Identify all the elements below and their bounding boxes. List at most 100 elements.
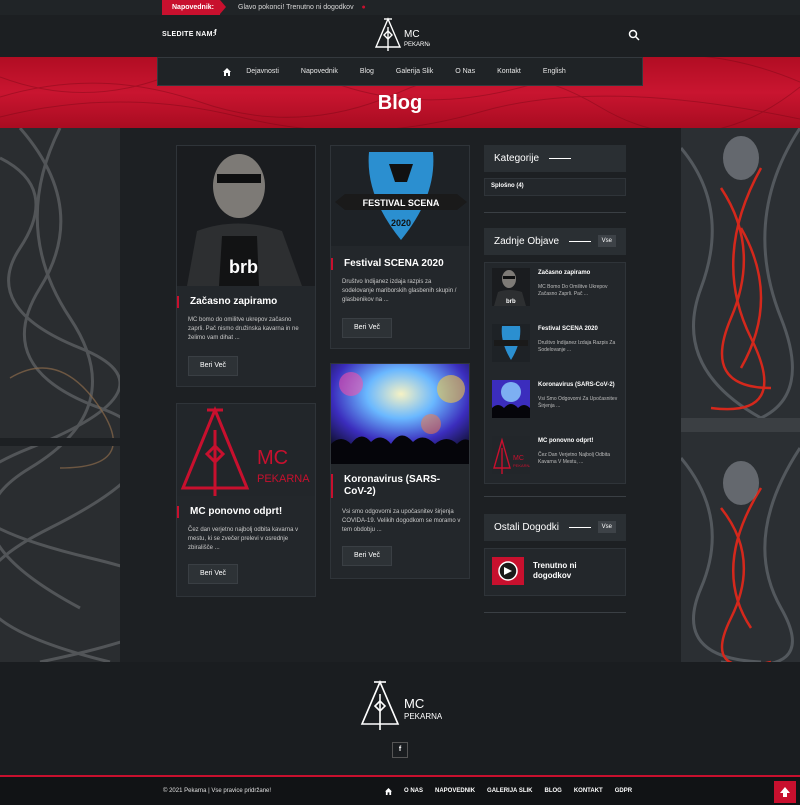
nav-english[interactable]: English [543, 68, 566, 75]
post-card-koronavirus: Koronavirus (SARS-CoV-2) Vsi smo odgovor… [330, 363, 470, 579]
post-image[interactable]: brb [177, 146, 315, 286]
post-image[interactable]: FESTIVAL SCENA 2020 [331, 146, 469, 246]
announcement-ticker[interactable]: Glavo pokonci! Trenutno ni dogodkov ● [238, 0, 366, 15]
back-to-top-button[interactable] [774, 781, 796, 803]
recent-post-item[interactable]: MCPEKARNA MC ponovno odprt! Čez Dan Verj… [488, 430, 626, 482]
right-side-art [681, 128, 800, 662]
nav-galerija[interactable]: Galerija Slik [396, 68, 433, 75]
post-title[interactable]: Koronavirus (SARS-CoV-2) [331, 474, 461, 498]
footer-nav-napovednik[interactable]: NAPOVEDNIK [435, 788, 475, 795]
recent-post-item[interactable]: Koronavirus (SARS-CoV-2) Vsi Smo Odgovor… [488, 374, 626, 426]
event-icon [492, 557, 524, 585]
logo-mc: MC [404, 696, 424, 711]
festival-logo-text: FESTIVAL SCENA [363, 198, 440, 208]
read-more-button[interactable]: Beri Več [188, 356, 238, 376]
recent-excerpt: Društvo Indijanez Izdaja Razpis Za Sodel… [538, 340, 616, 353]
arrow-up-icon [780, 787, 790, 797]
recent-title[interactable]: Začasno zapiramo [538, 270, 590, 276]
footer-nav-kontakt[interactable]: KONTAKT [574, 788, 603, 795]
footer-nav-gdpr[interactable]: GDPR [615, 788, 632, 795]
events-widget-title: Ostali Dogodki Vse [484, 514, 626, 541]
recent-title: Zadnje Objave [494, 236, 560, 247]
nav-kontakt[interactable]: Kontakt [497, 68, 521, 75]
recent-title[interactable]: MC ponovno odprt! [538, 438, 593, 444]
post-excerpt: Društvo Indijanez izdaja razpis za sodel… [342, 279, 457, 303]
categories-title: Kategorije [494, 153, 540, 164]
nav-blog[interactable]: Blog [360, 68, 374, 75]
recent-excerpt: MC Bomo Do Omilitve Ukrepov Začasno Zapr… [538, 284, 608, 297]
logo-mc: MC [257, 447, 288, 469]
footer-logo[interactable]: MC PEKARNA [358, 680, 442, 730]
announcement-label: Napovednik: [162, 0, 226, 15]
logo-pekarna: PEKARNA [513, 463, 530, 468]
logo-pekarna: PEKARNA [257, 473, 310, 485]
post-card-ponovno: MC PEKARNA MC ponovno odprt! Čez dan ver… [176, 403, 316, 597]
footer-nav: O NAS NAPOVEDNIK GALERIJA SLIK BLOG KONT… [385, 788, 644, 795]
recent-widget-title: Zadnje Objave Vse [484, 228, 626, 255]
events-all-button[interactable]: Vse [597, 521, 616, 533]
title-underline [569, 526, 592, 528]
categories-widget-title: Kategorije [484, 145, 626, 172]
event-text: Trenutno ni dogodkov [533, 561, 577, 580]
brb-text: brb [229, 257, 258, 277]
footer-nav-o-nas[interactable]: O NAS [404, 788, 423, 795]
post-excerpt: Čez dan verjetno najbolj odbita kavarna … [188, 527, 299, 551]
follow-label: SLEDITE NAM: [162, 31, 216, 38]
post-card-festival: FESTIVAL SCENA 2020 Festival SCENA 2020 … [330, 145, 470, 349]
read-more-button[interactable]: Beri Več [342, 546, 392, 566]
nav-dejavnosti[interactable]: Dejavnosti [246, 68, 279, 75]
logo-mc: MC [513, 455, 524, 462]
recent-excerpt: Čez Dan Verjetno Najbolj Odbita Kavarna … [538, 452, 610, 465]
recent-title[interactable]: Festival SCENA 2020 [538, 326, 598, 332]
post-title[interactable]: Festival SCENA 2020 [331, 258, 444, 270]
post-image[interactable]: MC PEKARNA [177, 404, 315, 496]
logo-pekarna: PEKARNA [404, 712, 442, 721]
search-icon[interactable] [628, 29, 640, 41]
post-title[interactable]: Začasno zapiramo [177, 296, 277, 308]
recent-thumb[interactable]: brb [492, 268, 530, 306]
festival-year-text: 2020 [391, 218, 411, 228]
footer-nav-galerija[interactable]: GALERIJA SLIK [487, 788, 532, 795]
left-side-art [0, 128, 120, 662]
categories-list: Splošno (4) [484, 178, 626, 196]
post-excerpt: MC bomo do omilitve ukrepov začasno zapr… [188, 317, 299, 341]
title-underline [569, 240, 592, 242]
logo-pekarna: PEKARNA [404, 42, 430, 48]
home-icon[interactable] [385, 788, 392, 795]
home-icon[interactable] [223, 67, 232, 76]
mc-pekarna-logo[interactable]: MC PEKARNA [374, 17, 430, 53]
copyright-text: © 2021 Pekarna | Vse pravice pridržane! [163, 788, 272, 794]
post-card-zacasno: brb Začasno zapiramo MC bomo do omilitve… [176, 145, 316, 387]
brb-text: brb [506, 299, 516, 305]
divider [484, 496, 626, 497]
recent-thumb[interactable]: MCPEKARNA [492, 436, 530, 474]
recent-thumb[interactable] [492, 324, 530, 362]
recent-excerpt: Vsi Smo Odgovorni Za Upočasnitev Širjenj… [538, 396, 618, 409]
events-list: Trenutno ni dogodkov [484, 548, 626, 596]
recent-title[interactable]: Koronavirus (SARS-CoV-2) [538, 382, 615, 388]
header: SLEDITE NAM: f MC PEKARNA [0, 15, 800, 57]
main-nav: Dejavnosti Napovednik Blog Galerija Slik… [157, 57, 643, 86]
page-title: Blog [377, 92, 423, 114]
facebook-icon[interactable]: f [214, 28, 217, 37]
top-bar: Napovednik: Glavo pokonci! Trenutno ni d… [0, 0, 800, 15]
footer-nav-blog[interactable]: BLOG [544, 788, 561, 795]
ticker-text[interactable]: Glavo pokonci! Trenutno ni dogodkov [238, 4, 354, 11]
recent-post-item[interactable]: brb Začasno zapiramo MC Bomo Do Omilitve… [488, 262, 626, 314]
post-image[interactable] [331, 364, 469, 464]
ticker-dot-icon: ● [361, 4, 366, 11]
post-title[interactable]: MC ponovno odprt! [177, 506, 282, 518]
recent-post-item[interactable]: Festival SCENA 2020 Društvo Indijanez Iz… [488, 318, 626, 370]
post-excerpt: Vsi smo odgovorni za upočasnitev širjenj… [342, 509, 461, 533]
category-item[interactable]: Splošno (4) [491, 183, 524, 189]
divider [484, 212, 626, 213]
recent-all-button[interactable]: Vse [597, 235, 616, 247]
nav-o-nas[interactable]: O Nas [455, 68, 475, 75]
read-more-button[interactable]: Beri Več [342, 318, 392, 338]
footer-facebook-icon[interactable]: f [392, 742, 408, 758]
recent-thumb[interactable] [492, 380, 530, 418]
logo-mc: MC [404, 29, 420, 40]
read-more-button[interactable]: Beri Več [188, 564, 238, 584]
nav-napovednik[interactable]: Napovednik [301, 68, 338, 75]
title-underline [549, 157, 572, 159]
